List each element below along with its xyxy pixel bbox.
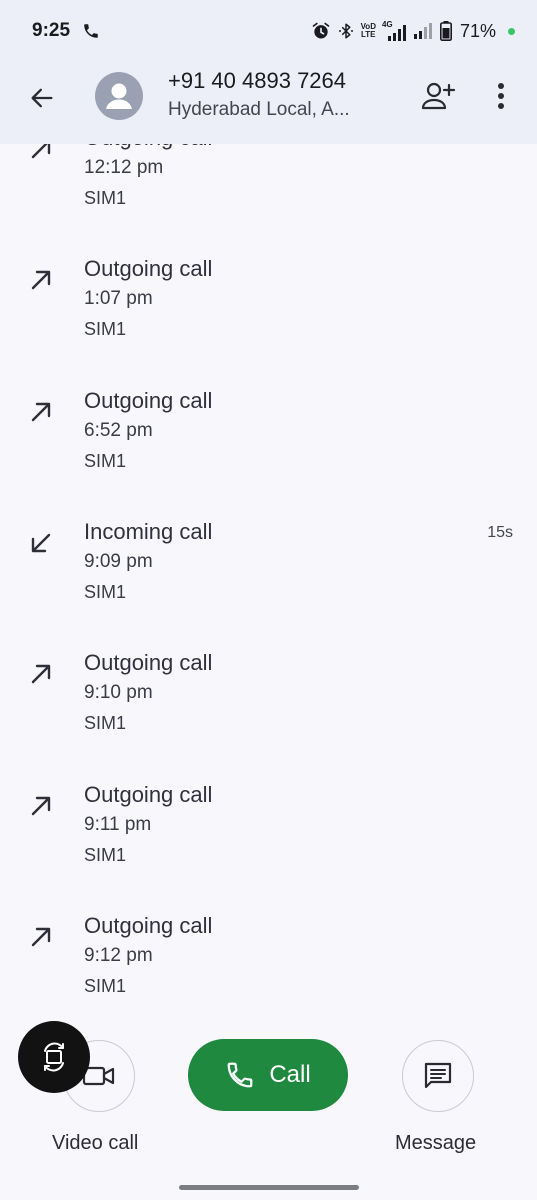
call-entry[interactable]: Outgoing call 9:12 pm SIM1 [0, 912, 537, 1024]
person-icon [106, 83, 132, 109]
call-time: 1:07 pm [84, 288, 153, 309]
contact-location: Hyderabad Local, A... [168, 99, 350, 120]
call-time: 12:12 pm [84, 157, 164, 178]
call-entry[interactable]: Outgoing call 12:12 pm SIM1 [0, 144, 537, 255]
call-sim: SIM1 [84, 845, 127, 865]
phone-icon [227, 1062, 253, 1088]
bluetooth-icon [338, 23, 353, 39]
call-type: Outgoing call [84, 913, 213, 938]
call-button[interactable]: Call [188, 1039, 348, 1111]
home-indicator[interactable] [179, 1185, 359, 1190]
floating-screen-button[interactable] [18, 1021, 90, 1093]
call-made-icon [31, 402, 51, 422]
call-type: Incoming call [84, 519, 213, 544]
call-received-icon [31, 533, 51, 553]
signal-strength-sim2-icon [413, 23, 432, 39]
call-type: Outgoing call [84, 144, 212, 152]
signal-strength-icon [387, 25, 406, 41]
volte-label-bottom: LTE [361, 30, 376, 39]
call-entry[interactable]: Outgoing call 6:52 pm SIM1 [0, 387, 537, 518]
call-time: 9:10 pm [84, 682, 153, 703]
call-sim: SIM1 [84, 451, 127, 471]
privacy-indicator-dot [508, 27, 515, 35]
status-icons: VoD LTE 4G 71% [311, 21, 515, 42]
signal-4g-indicator: 4G [382, 21, 408, 41]
call-made-icon [31, 270, 51, 290]
arrow-back-icon [31, 88, 53, 108]
screen-rotate-icon [44, 1042, 64, 1072]
message-icon [424, 1062, 452, 1089]
call-type: Outgoing call [84, 782, 213, 807]
app-bar: +91 40 4893 7264 Hyderabad Local, A... [0, 62, 537, 144]
call-made-icon [31, 664, 51, 684]
call-sim: SIM1 [84, 188, 127, 208]
alarm-icon [312, 22, 329, 39]
call-entry[interactable]: Outgoing call 1:07 pm SIM1 [0, 255, 537, 386]
status-time: 9:25 [32, 20, 71, 41]
call-made-icon [31, 927, 51, 947]
more-vert-icon [498, 83, 504, 109]
call-type: Outgoing call [84, 256, 213, 281]
call-history-list: Outgoing call 12:12 pm SIM1 Outgoing call 1:… [0, 144, 537, 1024]
call-type: Outgoing call [84, 388, 213, 413]
call-button-label: Call [269, 1061, 311, 1088]
call-time: 6:52 pm [84, 420, 153, 441]
call-sim: SIM1 [84, 582, 127, 602]
call-made-icon [31, 144, 51, 159]
more-options-button[interactable] [484, 76, 518, 116]
call-time: 9:11 pm [84, 814, 152, 835]
call-entry[interactable]: Outgoing call 9:10 pm SIM1 [0, 649, 537, 780]
message-button[interactable] [402, 1040, 474, 1112]
avatar[interactable] [95, 72, 143, 120]
call-time: 9:12 pm [84, 945, 153, 966]
add-contact-button[interactable] [418, 76, 458, 116]
call-duration: 15s [487, 524, 513, 541]
battery-percentage: 71% [459, 20, 496, 41]
call-time: 9:09 pm [84, 551, 153, 572]
back-button[interactable] [24, 80, 60, 116]
message-label: Message [395, 1132, 477, 1154]
call-sim: SIM1 [84, 976, 127, 996]
status-bar: 9:25 VoD LTE 4G 71% [0, 0, 537, 62]
call-entry[interactable]: Incoming call 9:09 pm SIM1 15s [0, 518, 537, 649]
call-sim: SIM1 [84, 319, 127, 339]
contact-number: +91 40 4893 7264 [168, 68, 347, 93]
call-type: Outgoing call [84, 650, 213, 675]
person-add-icon [421, 82, 456, 110]
call-details-screen: 9:25 VoD LTE 4G 71% +91 40 4893 7264 Hyd… [0, 0, 537, 1200]
bottom-actions: Call Video call Message [0, 1021, 537, 1200]
phone-call-status-icon [84, 24, 98, 38]
volte-indicator: VoD LTE [361, 23, 376, 39]
contact-header: +91 40 4893 7264 Hyderabad Local, A... [168, 66, 393, 124]
call-entry[interactable]: Outgoing call 9:11 pm SIM1 [0, 781, 537, 912]
video-call-label: Video call [52, 1132, 139, 1154]
call-sim: SIM1 [84, 713, 127, 733]
battery-icon [439, 21, 452, 41]
call-made-icon [31, 796, 51, 816]
